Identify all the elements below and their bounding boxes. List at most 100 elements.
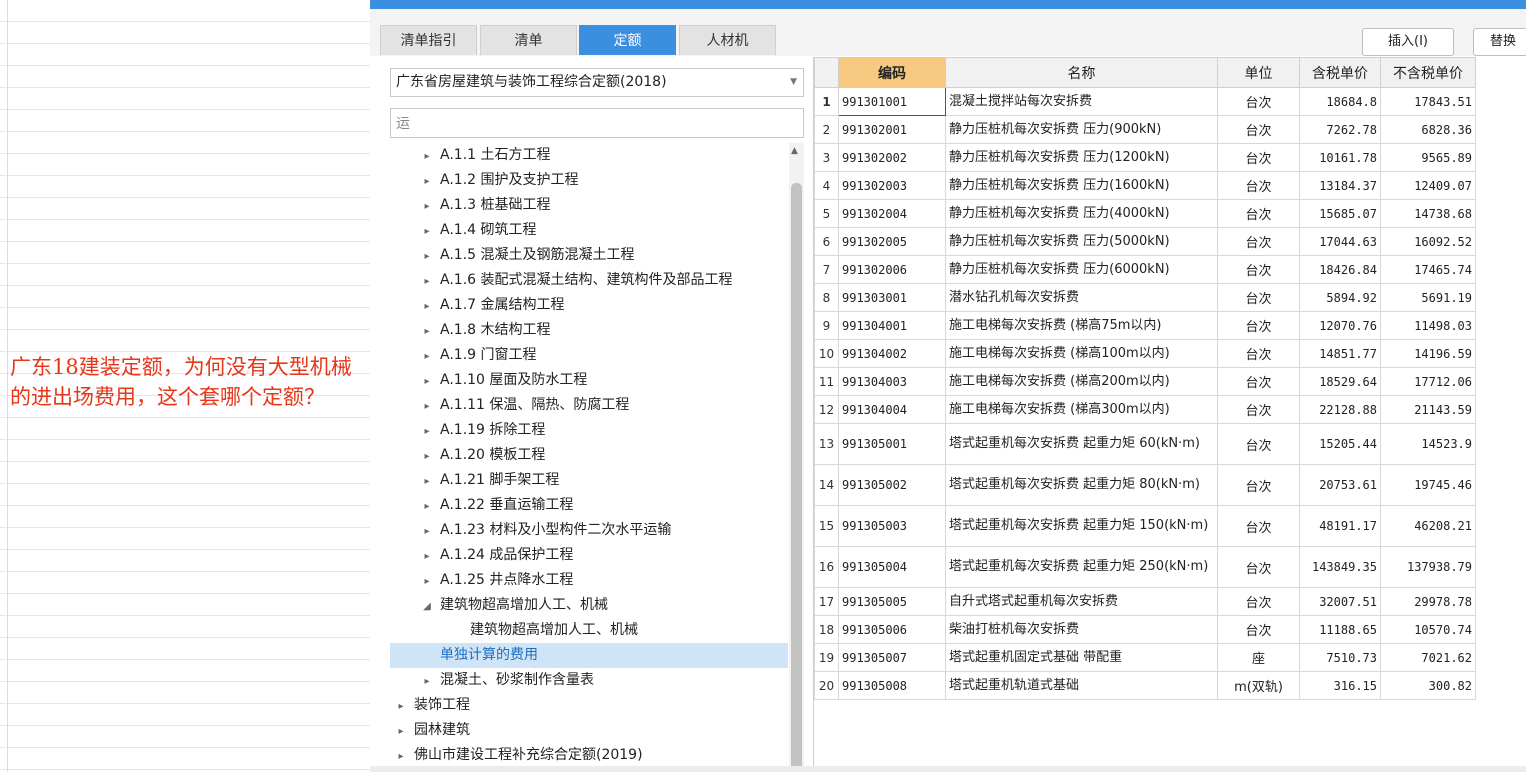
- table-row[interactable]: 12 991304004 施工电梯每次安拆费 (梯高300m以内) 台次 22128.8…: [814, 395, 1476, 424]
- table-row[interactable]: 6 991302005 静力压桩机每次安拆费 压力(5000kN) 台次 17044.6…: [814, 227, 1476, 256]
- table-row[interactable]: 2 991302001 静力压桩机每次安拆费 压力(900kN) 台次 7262.78 6…: [814, 115, 1476, 144]
- code-cell[interactable]: 991303001: [838, 283, 946, 312]
- col-header-notax-price[interactable]: 不含税单价: [1380, 57, 1476, 88]
- notax-price-cell[interactable]: 14196.59: [1380, 339, 1476, 368]
- name-cell[interactable]: 静力压桩机每次安拆费 压力(4000kN): [945, 199, 1218, 228]
- code-cell[interactable]: 991301001: [838, 87, 946, 116]
- expand-arrow-icon[interactable]: ▸: [420, 219, 434, 244]
- insert-button[interactable]: 插入(I): [1362, 28, 1454, 56]
- code-cell[interactable]: 991305008: [838, 671, 946, 700]
- code-cell[interactable]: 991305006: [838, 615, 946, 644]
- code-cell[interactable]: 991302001: [838, 115, 946, 144]
- table-row[interactable]: 15 991305003 塔式起重机每次安拆费 起重力矩 150(kN·m) 台次 48…: [814, 505, 1476, 547]
- tab-labor-material-machine[interactable]: 人材机: [679, 25, 776, 55]
- expand-arrow-icon[interactable]: ▸: [420, 419, 434, 444]
- tree-item[interactable]: ▸ A.1.1 土石方工程: [390, 143, 788, 168]
- unit-cell[interactable]: 台次: [1217, 199, 1300, 228]
- code-cell[interactable]: 991302003: [838, 171, 946, 200]
- notax-price-cell[interactable]: 10570.74: [1380, 615, 1476, 644]
- name-cell[interactable]: 静力压桩机每次安拆费 压力(1200kN): [945, 143, 1218, 172]
- expand-arrow-icon[interactable]: ▸: [420, 444, 434, 469]
- table-row[interactable]: 8 991303001 潜水钻孔机每次安拆费 台次 5894.92 5691.19: [814, 283, 1476, 312]
- expand-arrow-icon[interactable]: ▸: [420, 469, 434, 494]
- name-cell[interactable]: 静力压桩机每次安拆费 压力(5000kN): [945, 227, 1218, 256]
- unit-cell[interactable]: 台次: [1217, 311, 1300, 340]
- name-cell[interactable]: 施工电梯每次安拆费 (梯高75m以内): [945, 311, 1218, 340]
- notax-price-cell[interactable]: 14738.68: [1380, 199, 1476, 228]
- table-row[interactable]: 1 991301001 混凝土搅拌站每次安拆费 台次 18684.8 17843.51: [814, 87, 1476, 116]
- tree-item[interactable]: ▸ A.1.25 井点降水工程: [390, 568, 788, 593]
- expand-arrow-icon[interactable]: ▸: [420, 144, 434, 169]
- tree-item[interactable]: 建筑物超高增加人工、机械: [390, 618, 788, 643]
- table-row[interactable]: 19 991305007 塔式起重机固定式基础 带配重座 7510.73 7021.62: [814, 643, 1476, 672]
- tree-item[interactable]: ▸ A.1.7 金属结构工程: [390, 293, 788, 318]
- collapse-arrow-icon[interactable]: ◢: [420, 594, 434, 619]
- unit-cell[interactable]: 台次: [1217, 505, 1300, 547]
- tax-price-cell[interactable]: 5894.92: [1299, 283, 1381, 312]
- expand-arrow-icon[interactable]: ▸: [420, 669, 434, 694]
- row-number-cell[interactable]: 12: [814, 395, 839, 424]
- search-input[interactable]: [390, 108, 804, 138]
- expand-arrow-icon[interactable]: ▸: [420, 494, 434, 519]
- tax-price-cell[interactable]: 11188.65: [1299, 615, 1381, 644]
- table-row[interactable]: 13 991305001 塔式起重机每次安拆费 起重力矩 60(kN·m) 台次 152…: [814, 423, 1476, 465]
- tree-item[interactable]: ▸ 混凝土、砂浆制作含量表: [390, 668, 788, 693]
- row-number-cell[interactable]: 11: [814, 367, 839, 396]
- unit-cell[interactable]: 台次: [1217, 115, 1300, 144]
- table-row[interactable]: 3 991302002 静力压桩机每次安拆费 压力(1200kN) 台次 10161.7…: [814, 143, 1476, 172]
- name-cell[interactable]: 自升式塔式起重机每次安拆费: [945, 587, 1218, 616]
- unit-cell[interactable]: m(双轨): [1217, 671, 1300, 700]
- row-number-cell[interactable]: 13: [814, 423, 839, 465]
- replace-button[interactable]: 替换: [1473, 28, 1526, 56]
- row-number-cell[interactable]: 1: [814, 87, 839, 116]
- expand-arrow-icon[interactable]: ▸: [420, 519, 434, 544]
- notax-price-cell[interactable]: 17712.06: [1380, 367, 1476, 396]
- notax-price-cell[interactable]: 21143.59: [1380, 395, 1476, 424]
- tax-price-cell[interactable]: 18426.84: [1299, 255, 1381, 284]
- row-number-cell[interactable]: 2: [814, 115, 839, 144]
- table-row[interactable]: 5 991302004 静力压桩机每次安拆费 压力(4000kN) 台次 15685.0…: [814, 199, 1476, 228]
- tax-price-cell[interactable]: 7262.78: [1299, 115, 1381, 144]
- row-number-cell[interactable]: 8: [814, 283, 839, 312]
- expand-arrow-icon[interactable]: ▸: [420, 369, 434, 394]
- name-cell[interactable]: 施工电梯每次安拆费 (梯高300m以内): [945, 395, 1218, 424]
- table-row[interactable]: 9 991304001 施工电梯每次安拆费 (梯高75m以内) 台次 12070.76 1…: [814, 311, 1476, 340]
- row-number-cell[interactable]: 7: [814, 255, 839, 284]
- unit-cell[interactable]: 台次: [1217, 227, 1300, 256]
- row-number-cell[interactable]: 5: [814, 199, 839, 228]
- code-cell[interactable]: 991305003: [838, 505, 946, 547]
- tax-price-cell[interactable]: 13184.37: [1299, 171, 1381, 200]
- bottom-scrollbar[interactable]: [370, 766, 1526, 772]
- name-cell[interactable]: 施工电梯每次安拆费 (梯高100m以内): [945, 339, 1218, 368]
- tree-item[interactable]: ▸ A.1.20 模板工程: [390, 443, 788, 468]
- tree-item[interactable]: ▸ A.1.8 木结构工程: [390, 318, 788, 343]
- notax-price-cell[interactable]: 11498.03: [1380, 311, 1476, 340]
- tree-item[interactable]: ▸ A.1.10 屋面及防水工程: [390, 368, 788, 393]
- expand-arrow-icon[interactable]: ▸: [420, 169, 434, 194]
- notax-price-cell[interactable]: 9565.89: [1380, 143, 1476, 172]
- col-header-name[interactable]: 名称: [945, 57, 1218, 88]
- notax-price-cell[interactable]: 7021.62: [1380, 643, 1476, 672]
- tax-price-cell[interactable]: 22128.88: [1299, 395, 1381, 424]
- tree-item[interactable]: ▸ 园林建筑: [390, 718, 788, 743]
- tree-scrollbar[interactable]: ▲: [789, 143, 804, 772]
- tree-item[interactable]: ▸ A.1.2 围护及支护工程: [390, 168, 788, 193]
- expand-arrow-icon[interactable]: ▸: [420, 394, 434, 419]
- code-cell[interactable]: 991304002: [838, 339, 946, 368]
- name-cell[interactable]: 塔式起重机每次安拆费 起重力矩 80(kN·m): [945, 464, 1218, 506]
- tax-price-cell[interactable]: 316.15: [1299, 671, 1381, 700]
- notax-price-cell[interactable]: 12409.07: [1380, 171, 1476, 200]
- code-cell[interactable]: 991302002: [838, 143, 946, 172]
- unit-cell[interactable]: 台次: [1217, 587, 1300, 616]
- tax-price-cell[interactable]: 14851.77: [1299, 339, 1381, 368]
- scrollbar-thumb[interactable]: [791, 183, 802, 772]
- table-row[interactable]: 10 991304002 施工电梯每次安拆费 (梯高100m以内) 台次 14851.7…: [814, 339, 1476, 368]
- unit-cell[interactable]: 台次: [1217, 339, 1300, 368]
- library-select[interactable]: 广东省房屋建筑与装饰工程综合定额(2018) ▼: [390, 68, 804, 97]
- tab-quota[interactable]: 定额: [579, 25, 676, 55]
- code-cell[interactable]: 991304001: [838, 311, 946, 340]
- unit-cell[interactable]: 台次: [1217, 367, 1300, 396]
- expand-arrow-icon[interactable]: ▸: [394, 694, 408, 719]
- notax-price-cell[interactable]: 29978.78: [1380, 587, 1476, 616]
- expand-arrow-icon[interactable]: ▸: [420, 319, 434, 344]
